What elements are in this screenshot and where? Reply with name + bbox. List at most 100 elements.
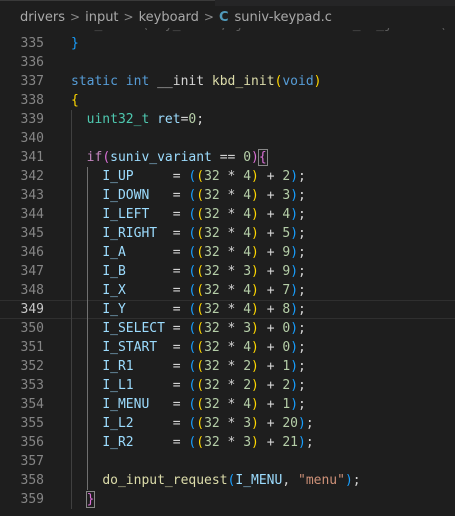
code-line[interactable]: 351 I_START = ((32 * 4) + 0); xyxy=(0,338,455,357)
code-text[interactable]: I_L2 = ((32 * 3) + 20); xyxy=(71,414,313,433)
code-token: ; xyxy=(352,473,361,488)
code-token: I_Y xyxy=(102,302,126,317)
indent-guide xyxy=(87,167,88,490)
code-token: I_A xyxy=(102,245,126,260)
line-number: 344 xyxy=(20,207,44,222)
code-token: ; xyxy=(298,359,306,374)
code-text[interactable]: I_START = ((32 * 4) + 0); xyxy=(71,338,306,357)
code-line[interactable]: 349 I_Y = ((32 * 4) + 8); xyxy=(0,300,455,319)
code-token: ( xyxy=(196,435,205,450)
code-line[interactable]: 342 I_UP = ((32 * 4) + 2); xyxy=(0,167,455,186)
code-token: ( xyxy=(196,378,205,393)
line-number: 339 xyxy=(20,112,44,127)
code-line[interactable]: 341 if(suniv_variant == 0){ xyxy=(0,148,455,167)
code-text[interactable]: I_SELECT = ((32 * 3) + 0); xyxy=(71,319,306,338)
line-number: 357 xyxy=(20,454,44,469)
code-text[interactable]: { xyxy=(71,91,79,110)
code-token: ) xyxy=(290,378,299,393)
code-token: ) xyxy=(313,74,322,89)
code-text[interactable]: I_X = ((32 * 4) + 7); xyxy=(71,281,306,300)
code-line[interactable]: 348 I_X = ((32 * 4) + 7); xyxy=(0,281,455,300)
code-token: 4 xyxy=(243,397,252,412)
code-line[interactable]: 344 I_LEFT = ((32 * 4) + 4); xyxy=(0,205,455,224)
code-token: + xyxy=(258,397,283,412)
breadcrumb-item-keyboard[interactable]: keyboard xyxy=(139,10,199,25)
code-text[interactable]: } xyxy=(71,34,79,53)
code-token: ) xyxy=(251,435,259,450)
code-token: * xyxy=(219,207,244,222)
code-text[interactable]: do_input_request(I_MENU, "menu"); xyxy=(71,471,361,490)
code-token: + xyxy=(258,264,283,279)
code-token: 2 xyxy=(282,169,291,184)
code-token: 32 xyxy=(204,283,220,298)
code-line[interactable]: 339 uint32_t ret=0; xyxy=(0,110,455,129)
code-editor[interactable]: 334mod_timer(&my_timer, jiffies + msecs_… xyxy=(0,21,455,516)
code-token: * xyxy=(219,245,244,260)
code-text[interactable]: if(suniv_variant == 0){ xyxy=(71,148,268,167)
code-text[interactable]: I_R2 = ((32 * 3) + 21); xyxy=(71,433,313,452)
code-token: 2 xyxy=(243,359,252,374)
code-text[interactable]: } xyxy=(71,490,96,509)
breadcrumb-item-drivers[interactable]: drivers xyxy=(20,10,65,25)
code-text[interactable]: I_R1 = ((32 * 2) + 1); xyxy=(71,357,306,376)
code-token: I_RIGHT xyxy=(102,226,158,241)
code-line[interactable]: 352 I_R1 = ((32 * 2) + 1); xyxy=(0,357,455,376)
code-line[interactable]: 354 I_MENU = ((32 * 4) + 1); xyxy=(0,395,455,414)
code-token: = xyxy=(133,416,189,431)
code-token: ) xyxy=(251,188,259,203)
code-text[interactable]: I_A = ((32 * 4) + 9); xyxy=(71,243,306,262)
code-text[interactable]: I_L1 = ((32 * 2) + 2); xyxy=(71,376,306,395)
code-token: * xyxy=(219,378,244,393)
code-text[interactable]: I_Y = ((32 * 4) + 8); xyxy=(71,300,306,319)
code-line[interactable]: 355 I_L2 = ((32 * 3) + 20); xyxy=(0,414,455,433)
code-line[interactable]: 350 I_SELECT = ((32 * 3) + 0); xyxy=(0,319,455,338)
code-text[interactable]: I_DOWN = ((32 * 4) + 3); xyxy=(71,186,306,205)
code-token: I_MENU xyxy=(102,397,150,412)
code-line[interactable]: 340 xyxy=(0,129,455,148)
code-text[interactable]: static int __init kbd_init(void) xyxy=(71,72,322,91)
code-line[interactable]: 338 { xyxy=(0,91,455,110)
code-token: 32 xyxy=(204,207,220,222)
code-line[interactable]: 347 I_B = ((32 * 3) + 9); xyxy=(0,262,455,281)
code-token: 4 xyxy=(243,245,252,260)
code-text[interactable]: uint32_t ret=0; xyxy=(71,110,204,129)
breadcrumb-file-name[interactable]: suniv-keypad.c xyxy=(235,10,332,25)
code-token: = xyxy=(157,226,189,241)
line-number: 336 xyxy=(20,55,44,70)
code-line[interactable]: 357 xyxy=(0,452,455,471)
code-token: * xyxy=(219,359,244,374)
code-token: 32 xyxy=(204,226,220,241)
code-line[interactable]: 343 I_DOWN = ((32 * 4) + 3); xyxy=(0,186,455,205)
code-line[interactable]: 345 I_RIGHT = ((32 * 4) + 5); xyxy=(0,224,455,243)
code-text[interactable]: I_B = ((32 * 3) + 9); xyxy=(71,262,306,281)
code-line[interactable]: 335} xyxy=(0,34,455,53)
code-line[interactable]: 358 do_input_request(I_MENU, "menu"); xyxy=(0,471,455,490)
code-text[interactable]: I_RIGHT = ((32 * 4) + 5); xyxy=(71,224,306,243)
code-line[interactable]: 337 static int __init kbd_init(void) xyxy=(0,72,455,91)
line-number: 353 xyxy=(20,378,44,393)
code-token: 0 xyxy=(243,150,252,165)
code-line[interactable]: 356 I_R2 = ((32 * 3) + 21); xyxy=(0,433,455,452)
code-token: ; xyxy=(298,188,306,203)
code-line[interactable]: 353 I_L1 = ((32 * 2) + 2); xyxy=(0,376,455,395)
code-token: + xyxy=(258,169,283,184)
code-token: 32 xyxy=(204,416,220,431)
line-number: 349 xyxy=(20,302,44,317)
code-token: ) xyxy=(251,321,259,336)
code-text[interactable]: I_MENU = ((32 * 4) + 1); xyxy=(71,395,306,414)
code-token: 3 xyxy=(243,321,252,336)
line-number: 359 xyxy=(20,492,44,507)
code-token: 0 xyxy=(282,340,291,355)
code-token: ( xyxy=(196,416,205,431)
code-token: 4 xyxy=(243,207,252,222)
code-token: = xyxy=(125,283,189,298)
code-text[interactable]: I_LEFT = ((32 * 4) + 4); xyxy=(71,205,306,224)
code-token: 3 xyxy=(243,416,252,431)
code-line[interactable]: 359 } xyxy=(0,490,455,509)
code-line[interactable]: 346 I_A = ((32 * 4) + 9); xyxy=(0,243,455,262)
code-text[interactable]: I_UP = ((32 * 4) + 2); xyxy=(71,167,306,186)
breadcrumb-item-input[interactable]: input xyxy=(85,10,118,25)
code-token: ( xyxy=(196,397,205,412)
code-line[interactable]: 336 xyxy=(0,53,455,72)
